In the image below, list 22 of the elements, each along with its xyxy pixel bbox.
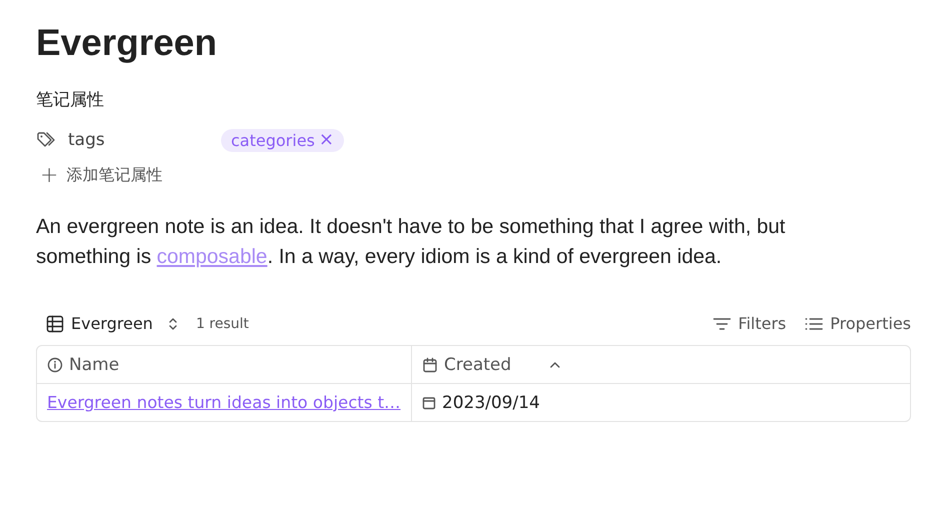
list-icon xyxy=(804,316,824,332)
column-header[interactable]: Name xyxy=(37,346,412,383)
calendar-icon xyxy=(422,396,436,410)
filter-button[interactable]: Filters xyxy=(712,314,786,333)
property-name[interactable]: tags xyxy=(68,130,105,150)
add-property-button[interactable]: + 添加笔记属性 xyxy=(36,165,162,186)
view-selector[interactable]: Evergreen xyxy=(46,314,178,333)
remove-icon[interactable]: × xyxy=(318,131,334,149)
list-button[interactable]: Properties xyxy=(804,314,911,333)
date-cell: 2023/09/14 xyxy=(442,392,540,412)
table-icon xyxy=(46,314,64,332)
result-count: 1 result xyxy=(196,316,249,332)
properties-heading: 笔记属性 xyxy=(36,89,105,111)
page-title: Evergreen xyxy=(36,21,218,65)
paragraph: An evergreen note is an idea. It doesn't have to be something that I agree with, but something is composable. In a way, every idiom is a kind of evergreen idea. xyxy=(36,214,786,270)
note-link[interactable]: Evergreen notes turn ideas into objects t… xyxy=(47,393,401,412)
column-header[interactable]: Created xyxy=(412,346,910,383)
chevron-updown-icon xyxy=(168,316,178,330)
tag-chip[interactable]: categories × xyxy=(221,128,344,152)
info-icon xyxy=(47,356,63,372)
calendar-icon xyxy=(422,356,438,372)
filter-icon xyxy=(712,316,732,332)
